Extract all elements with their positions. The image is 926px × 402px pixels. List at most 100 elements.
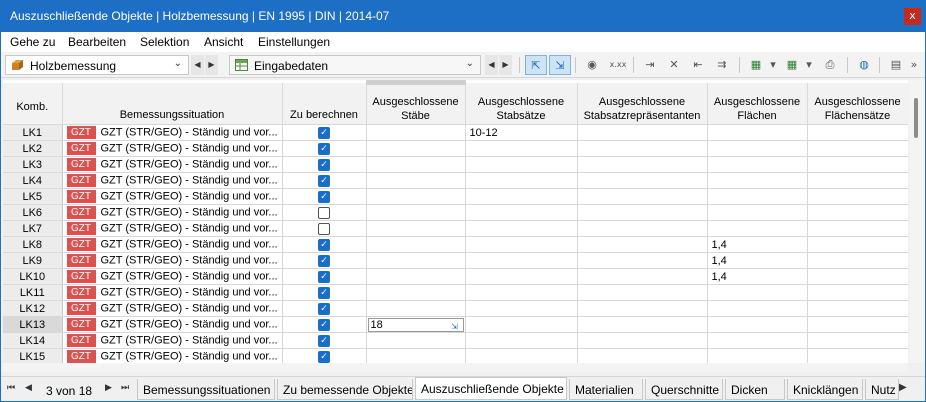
row-header[interactable]: LK11 — [3, 284, 63, 301]
settings-icon[interactable]: ▤ — [885, 55, 907, 75]
calculate-cell[interactable]: ✓ — [282, 124, 367, 141]
last-page-icon[interactable]: ⏭ — [121, 383, 129, 393]
table-row[interactable]: LK14 GZT GZT (STR/GEO) - Ständig und vor..… — [3, 332, 908, 349]
row-header[interactable]: LK14 — [3, 332, 63, 349]
table-row[interactable]: LK3 GZT GZT (STR/GEO) - Ständig und vor...… — [3, 156, 908, 173]
calculate-checkbox[interactable]: ✓ — [318, 286, 330, 299]
tab-materialien[interactable]: Materialien — [569, 379, 643, 400]
table-row[interactable]: LK4 GZT GZT (STR/GEO) - Ständig und vor...… — [3, 172, 908, 189]
row-header[interactable]: LK7 — [3, 220, 63, 237]
situation-cell[interactable]: GZT GZT (STR/GEO) - Ständig und vor... — [62, 332, 283, 349]
excluded-member-sets-cell[interactable] — [465, 332, 578, 349]
calculate-checkbox[interactable]: ✓ — [318, 350, 330, 363]
excluded-members-cell[interactable] — [366, 220, 466, 237]
excluded-representatives-cell[interactable] — [577, 268, 708, 285]
excluded-member-sets-cell[interactable] — [465, 268, 578, 285]
table-row[interactable]: LK6 GZT GZT (STR/GEO) - Ständig und vor... — [3, 204, 908, 221]
situation-cell[interactable]: GZT GZT (STR/GEO) - Ständig und vor... — [62, 188, 283, 205]
calculate-cell[interactable]: ✓ — [282, 268, 367, 285]
chevron-down-icon[interactable]: ▾ — [803, 55, 815, 75]
table-row[interactable]: LK7 GZT GZT (STR/GEO) - Ständig und vor... — [3, 220, 908, 237]
calculate-checkbox[interactable]: ✓ — [318, 302, 330, 315]
excluded-representatives-cell[interactable] — [577, 172, 708, 189]
excluded-surfaces-cell[interactable] — [707, 140, 808, 157]
calculate-checkbox[interactable]: ✓ — [318, 238, 330, 251]
situation-cell[interactable]: GZT GZT (STR/GEO) - Ständig und vor... — [62, 236, 283, 253]
calculate-cell[interactable] — [282, 220, 367, 237]
excluded-representatives-cell[interactable] — [577, 156, 708, 173]
prev-page-icon[interactable]: ◀ — [25, 383, 32, 393]
excluded-members-input[interactable]: 18 ⇲ — [367, 318, 464, 332]
pick-in-graphic-icon[interactable]: ⇲ — [449, 321, 461, 332]
excluded-representatives-cell[interactable] — [577, 140, 708, 157]
situation-cell[interactable]: GZT GZT (STR/GEO) - Ständig und vor... — [62, 284, 283, 301]
excluded-surfaces-cell[interactable] — [707, 188, 808, 205]
header-staebe[interactable]: Ausgeschlossene Stäbe — [366, 80, 466, 125]
table-row[interactable]: LK11 GZT GZT (STR/GEO) - Ständig und vor..… — [3, 284, 908, 301]
excluded-surface-sets-cell[interactable] — [807, 220, 908, 237]
excluded-member-sets-cell[interactable] — [465, 348, 578, 363]
tab-bemessungssituationen[interactable]: Bemessungssituationen — [137, 379, 275, 400]
menu-gehe-zu[interactable]: Gehe zu — [10, 35, 55, 49]
situation-cell[interactable]: GZT GZT (STR/GEO) - Ständig und vor... — [62, 348, 283, 363]
excluded-member-sets-cell[interactable] — [465, 316, 578, 333]
next-page-icon[interactable]: ▶ — [105, 383, 112, 393]
excluded-representatives-cell[interactable] — [577, 252, 708, 269]
excluded-members-cell[interactable] — [366, 268, 466, 285]
excluded-representatives-cell[interactable] — [577, 332, 708, 349]
excluded-members-cell[interactable] — [366, 156, 466, 173]
table-row[interactable]: LK13 GZT GZT (STR/GEO) - Ständig und vor..… — [3, 316, 908, 333]
excluded-representatives-cell[interactable] — [577, 300, 708, 317]
tab-dicken[interactable]: Dicken — [725, 379, 785, 400]
row-header[interactable]: LK2 — [3, 140, 63, 157]
insert-row-icon[interactable]: ⇥ — [639, 55, 661, 75]
tabs-scroll-right-icon[interactable]: ▶ — [899, 382, 907, 393]
tab-nutz[interactable]: Nutz — [865, 379, 899, 400]
calculate-cell[interactable]: ✓ — [282, 236, 367, 253]
next-view-button[interactable]: ▶ — [499, 55, 512, 75]
print-icon[interactable]: ⎙ — [819, 55, 841, 75]
situation-cell[interactable]: GZT GZT (STR/GEO) - Ständig und vor... — [62, 268, 283, 285]
excluded-surfaces-cell[interactable]: 1,4 — [707, 236, 808, 253]
excluded-surfaces-cell[interactable] — [707, 172, 808, 189]
calculate-checkbox[interactable]: ✓ — [318, 126, 330, 139]
row-header[interactable]: LK13 — [3, 316, 63, 333]
excluded-member-sets-cell[interactable] — [465, 284, 578, 301]
menu-ansicht[interactable]: Ansicht — [204, 35, 243, 49]
excluded-member-sets-cell[interactable] — [465, 300, 578, 317]
row-header[interactable]: LK1 — [3, 124, 63, 141]
scrollbar-thumb[interactable] — [914, 98, 918, 138]
excluded-surface-sets-cell[interactable] — [807, 300, 908, 317]
excluded-surface-sets-cell[interactable] — [807, 348, 908, 363]
calculate-cell[interactable]: ✓ — [282, 300, 367, 317]
excel-import-icon[interactable]: ▦ — [781, 55, 803, 75]
excluded-representatives-cell[interactable] — [577, 316, 708, 333]
select-pointer-icon[interactable]: ⇱ — [525, 55, 547, 75]
excluded-members-cell[interactable] — [366, 124, 466, 141]
calculate-cell[interactable]: ✓ — [282, 172, 367, 189]
calculate-checkbox[interactable]: ✓ — [318, 254, 330, 267]
calculate-cell[interactable]: ✓ — [282, 332, 367, 349]
calculate-cell[interactable]: ✓ — [282, 188, 367, 205]
menu-einstellungen[interactable]: Einstellungen — [258, 35, 330, 49]
excluded-member-sets-cell[interactable]: 10-12 — [465, 124, 578, 141]
table-row[interactable]: LK2 GZT GZT (STR/GEO) - Ständig und vor...… — [3, 140, 908, 157]
header-flaechen[interactable]: Ausgeschlossene Flächen — [707, 82, 808, 125]
excluded-surfaces-cell[interactable] — [707, 316, 808, 333]
situation-cell[interactable]: GZT GZT (STR/GEO) - Ständig und vor... — [62, 172, 283, 189]
excluded-surface-sets-cell[interactable] — [807, 236, 908, 253]
excluded-representatives-cell[interactable] — [577, 220, 708, 237]
excluded-members-cell[interactable] — [366, 204, 466, 221]
view-mode-icon[interactable]: ◉ — [581, 55, 603, 75]
excluded-surfaces-cell[interactable] — [707, 348, 808, 363]
close-button[interactable]: x — [904, 8, 921, 25]
calculate-checkbox[interactable]: ✓ — [318, 270, 330, 283]
excluded-surface-sets-cell[interactable] — [807, 172, 908, 189]
excluded-member-sets-cell[interactable] — [465, 140, 578, 157]
calculate-checkbox[interactable] — [318, 206, 330, 219]
calculate-cell[interactable]: ✓ — [282, 284, 367, 301]
row-header[interactable]: LK9 — [3, 252, 63, 269]
globe-icon[interactable]: ◍ — [853, 55, 875, 75]
excluded-representatives-cell[interactable] — [577, 204, 708, 221]
header-repraesentanten[interactable]: Ausgeschlossene Stabsatzrepräsentanten — [577, 82, 708, 125]
